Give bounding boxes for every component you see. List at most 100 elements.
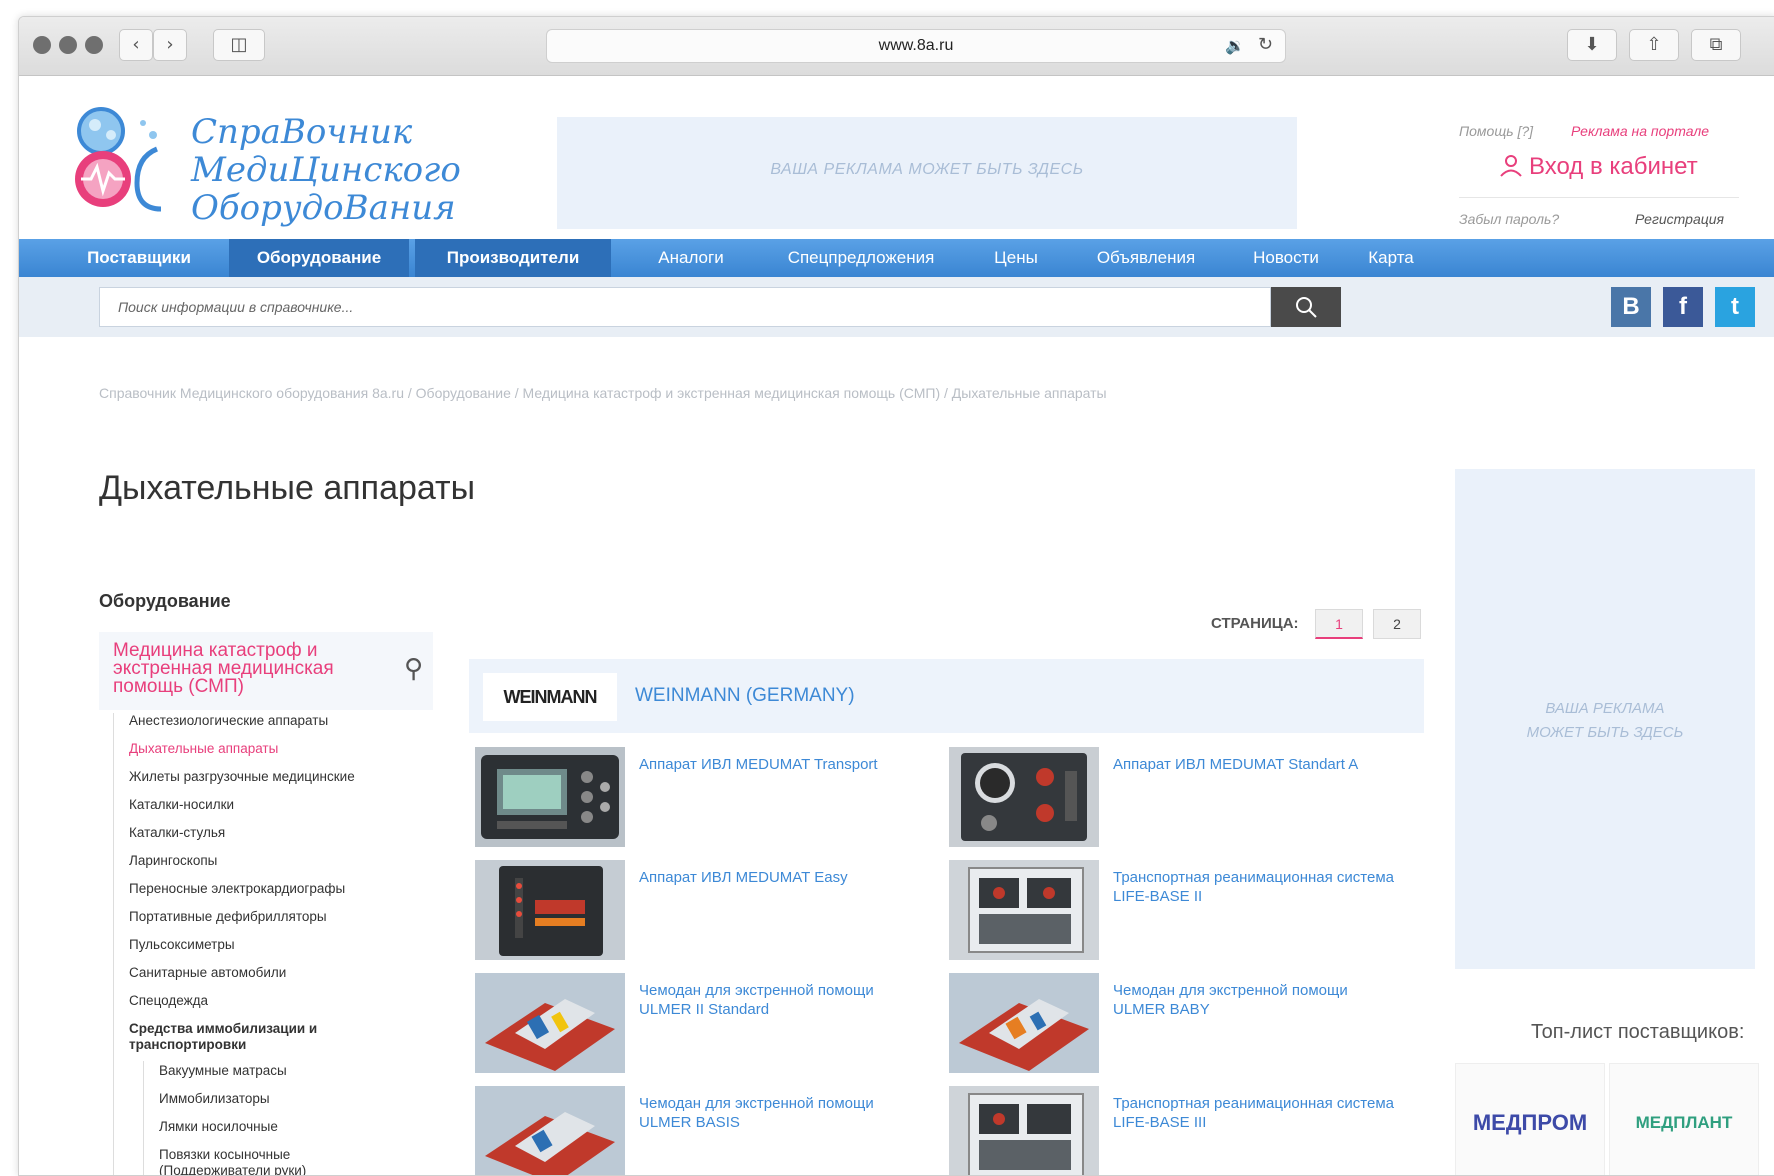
product-image[interactable] bbox=[949, 747, 1099, 847]
product-image[interactable] bbox=[949, 973, 1099, 1073]
side-ad-banner[interactable]: ВАША РЕКЛАМА МОЖЕТ БЫТЬ ЗДЕСЬ bbox=[1455, 469, 1755, 969]
sidebar-item[interactable]: Санитарные автомобили bbox=[129, 965, 286, 981]
product-card[interactable]: Аппарат ИВЛ MEDUMAT Standart A bbox=[949, 747, 1411, 849]
product-title[interactable]: Транспортная реанимационная система LIFE… bbox=[1113, 868, 1403, 906]
product-image[interactable] bbox=[475, 747, 625, 847]
search-button[interactable] bbox=[1271, 287, 1341, 327]
sidebar-item[interactable]: Переносные электрокардиографы bbox=[129, 881, 345, 897]
register-link[interactable]: Регистрация bbox=[1635, 211, 1724, 227]
sidebar-item[interactable]: Жилеты разгрузочные медицинские bbox=[129, 769, 355, 785]
browser-toolbar: ‹ › ◫ www.8a.ru 🔉 ↻ ⬇ ⇧ ⧉ bbox=[19, 17, 1774, 76]
sidebar-item[interactable]: Спецодежда bbox=[129, 993, 208, 1009]
product-card[interactable]: Аппарат ИВЛ MEDUMAT Transport bbox=[475, 747, 937, 849]
product-title[interactable]: Чемодан для экстренной помощи ULMER II S… bbox=[639, 981, 929, 1019]
audio-icon[interactable]: 🔉 bbox=[1225, 36, 1245, 55]
ad-text: ВАША РЕКЛАМА bbox=[1545, 700, 1665, 717]
nav-item-ads[interactable]: Объявления bbox=[1071, 239, 1221, 277]
product-card[interactable]: Транспортная реанимационная система LIFE… bbox=[949, 860, 1411, 962]
sidebar-item[interactable]: Анестезиологические аппараты bbox=[129, 713, 328, 729]
product-title[interactable]: Аппарат ИВЛ MEDUMAT Transport bbox=[639, 755, 929, 774]
share-icon[interactable]: ⇧ bbox=[1629, 29, 1679, 61]
close-window-button[interactable] bbox=[33, 36, 51, 54]
page-1-button[interactable]: 1 bbox=[1315, 609, 1363, 639]
product-image[interactable] bbox=[949, 860, 1099, 960]
sidebar-item[interactable]: Пульсоксиметры bbox=[129, 937, 235, 953]
product-card[interactable]: Чемодан для экстренной помощи ULMER BABY bbox=[949, 973, 1411, 1075]
product-title[interactable]: Чемодан для экстренной помощи ULMER BASI… bbox=[639, 1094, 929, 1132]
top-ad-banner[interactable]: ВАША РЕКЛАМА МОЖЕТ БЫТЬ ЗДЕСЬ bbox=[557, 117, 1297, 229]
search-icon[interactable]: ⚲ bbox=[404, 654, 423, 684]
back-icon[interactable]: ‹ bbox=[119, 29, 153, 61]
sidebar-item-expanded[interactable]: Средства иммобилизации и транспортировки bbox=[129, 1021, 369, 1053]
breadcrumb[interactable]: Справочник Медицинского оборудования 8a.… bbox=[99, 385, 1107, 401]
supplier-logo-medplant[interactable]: МЕДПЛАНТ bbox=[1609, 1063, 1759, 1175]
maximize-window-button[interactable] bbox=[85, 36, 103, 54]
divider bbox=[1459, 197, 1739, 198]
nav-item-prices[interactable]: Цены bbox=[971, 239, 1061, 277]
top-suppliers-title: Топ-лист поставщиков: bbox=[1531, 1021, 1745, 1043]
manufacturer-header[interactable]: WEINMANN WEINMANN (GERMANY) bbox=[469, 659, 1424, 733]
manufacturer-logo[interactable]: WEINMANN bbox=[483, 673, 617, 721]
product-image[interactable] bbox=[475, 860, 625, 960]
search-icon bbox=[1296, 297, 1317, 318]
page-2-button[interactable]: 2 bbox=[1373, 609, 1421, 639]
product-title[interactable]: Аппарат ИВЛ MEDUMAT Standart A bbox=[1113, 755, 1403, 774]
login-button[interactable]: Вход в кабинет bbox=[1499, 153, 1698, 181]
sidebar-item-active[interactable]: Дыхательные аппараты bbox=[129, 741, 278, 757]
sidebar-subitem[interactable]: Лямки носилочные bbox=[159, 1119, 278, 1135]
nav-item-suppliers[interactable]: Поставщики bbox=[59, 239, 219, 277]
supplier-logo-medprom[interactable]: МЕДПРОМ bbox=[1455, 1063, 1605, 1175]
banner-text: ВАША РЕКЛАМА МОЖЕТ БЫТЬ ЗДЕСЬ bbox=[770, 161, 1084, 178]
search-input[interactable]: Поиск информации в справочнике... bbox=[99, 287, 1271, 327]
nav-item-manufacturers[interactable]: Производители bbox=[415, 239, 611, 277]
logo-line: МедиЦинского bbox=[191, 150, 461, 190]
nav-item-news[interactable]: Новости bbox=[1231, 239, 1341, 277]
sidebar-subitem[interactable]: Иммобилизаторы bbox=[159, 1091, 270, 1107]
sidebar-item[interactable]: Ларингоскопы bbox=[129, 853, 217, 869]
browser-window: ‹ › ◫ www.8a.ru 🔉 ↻ ⬇ ⇧ ⧉ СпраВочник Мед… bbox=[18, 16, 1774, 1176]
logo-line: СпраВочник bbox=[191, 112, 413, 152]
manufacturer-name[interactable]: WEINMANN (GERMANY) bbox=[635, 685, 855, 707]
page-title: Дыхательные аппараты bbox=[99, 469, 476, 507]
sidebar-subitem[interactable]: Вакуумные матрасы bbox=[159, 1063, 287, 1079]
nav-item-special-offers[interactable]: Спецпредложения bbox=[761, 239, 961, 277]
minimize-window-button[interactable] bbox=[59, 36, 77, 54]
product-card[interactable]: Аппарат ИВЛ MEDUMAT Easy bbox=[475, 860, 937, 962]
tree-line bbox=[143, 1061, 144, 1175]
download-icon[interactable]: ⬇ bbox=[1567, 29, 1617, 61]
sidebar-item[interactable]: Каталки-стулья bbox=[129, 825, 225, 841]
sidebar-item[interactable]: Портативные дефибрилляторы bbox=[129, 909, 327, 925]
forgot-password-link[interactable]: Забыл пароль? bbox=[1459, 211, 1559, 227]
product-image[interactable] bbox=[475, 973, 625, 1073]
facebook-icon[interactable]: f bbox=[1663, 287, 1703, 327]
product-title[interactable]: Аппарат ИВЛ MEDUMAT Easy bbox=[639, 868, 929, 887]
nav-item-equipment[interactable]: Оборудование bbox=[229, 239, 409, 277]
product-card[interactable]: Чемодан для экстренной помощи ULMER II S… bbox=[475, 973, 937, 1075]
reload-icon[interactable]: ↻ bbox=[1258, 34, 1273, 55]
product-card[interactable]: Чемодан для экстренной помощи ULMER BASI… bbox=[475, 1086, 937, 1175]
product-image[interactable] bbox=[475, 1086, 625, 1175]
sidebar-item[interactable]: Каталки-носилки bbox=[129, 797, 234, 813]
nav-item-map[interactable]: Карта bbox=[1351, 239, 1431, 277]
advertise-link[interactable]: Реклама на портале bbox=[1571, 123, 1709, 139]
product-title[interactable]: Чемодан для экстренной помощи ULMER BABY bbox=[1113, 981, 1403, 1019]
help-link[interactable]: Помощь [?] bbox=[1459, 123, 1533, 139]
product-card[interactable]: Транспортная реанимационная система LIFE… bbox=[949, 1086, 1411, 1175]
address-bar[interactable]: www.8a.ru 🔉 ↻ bbox=[546, 29, 1286, 63]
sidebar-category[interactable]: Медицина катастроф и экстренная медицинс… bbox=[99, 632, 433, 710]
product-image[interactable] bbox=[949, 1086, 1099, 1175]
sidebar-title: Оборудование bbox=[99, 591, 231, 611]
tree-line bbox=[113, 713, 114, 1175]
forward-icon[interactable]: › bbox=[153, 29, 187, 61]
twitter-icon[interactable]: t bbox=[1715, 287, 1755, 327]
main-nav: Поставщики Оборудование Производители Ан… bbox=[19, 239, 1774, 277]
sidebar-toggle-icon[interactable]: ◫ bbox=[213, 29, 265, 61]
product-title[interactable]: Транспортная реанимационная система LIFE… bbox=[1113, 1094, 1403, 1132]
nav-item-analogs[interactable]: Аналоги bbox=[631, 239, 751, 277]
vk-icon[interactable]: В bbox=[1611, 287, 1651, 327]
logo-text[interactable]: СпраВочник МедиЦинского ОборудоВания bbox=[191, 113, 461, 227]
tabs-icon[interactable]: ⧉ bbox=[1691, 29, 1741, 61]
logo-icon[interactable] bbox=[73, 101, 185, 219]
sidebar-subitem[interactable]: Повязки косыночные (Поддерживатели руки) bbox=[159, 1147, 359, 1175]
user-icon bbox=[1500, 155, 1522, 177]
